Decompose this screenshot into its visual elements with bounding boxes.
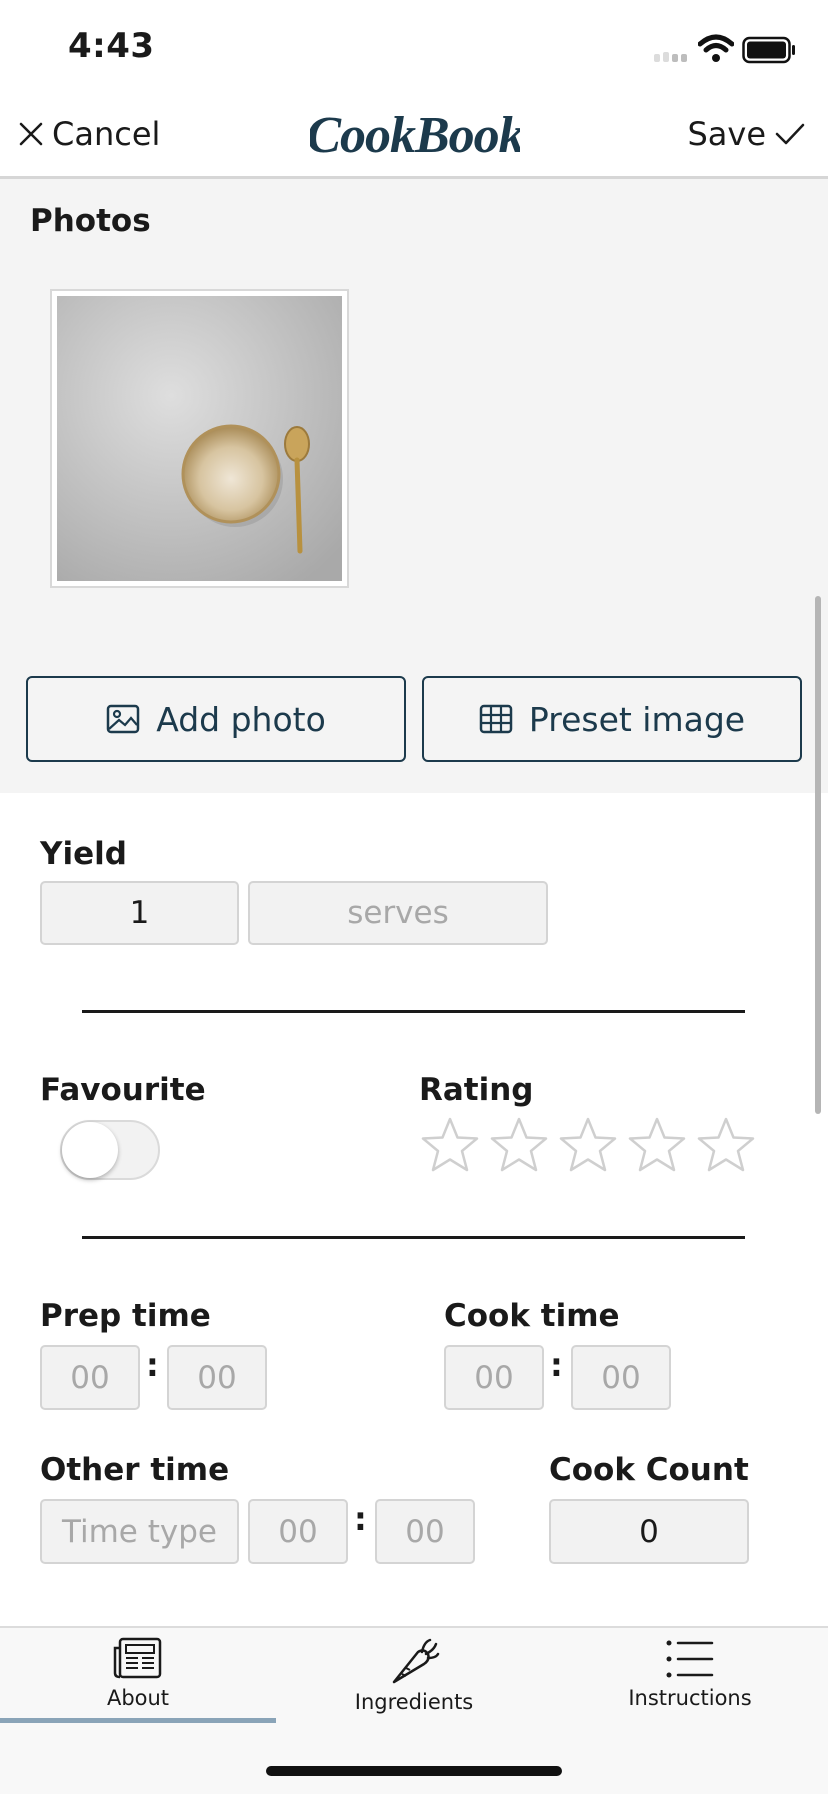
star-icon[interactable]: [695, 1115, 757, 1177]
checkmark-icon: [775, 123, 805, 145]
time-type-field[interactable]: Time type: [40, 1499, 239, 1564]
favourite-label: Favourite: [40, 1072, 206, 1108]
grid-icon: [479, 704, 513, 734]
cook-count-label: Cook Count: [549, 1452, 749, 1488]
bowl-spoon-photo: [57, 296, 342, 581]
other-time-label: Other time: [40, 1452, 230, 1488]
star-icon[interactable]: [557, 1115, 619, 1177]
divider: [82, 1236, 745, 1239]
time-separator: :: [550, 1346, 563, 1384]
cook-minutes-field[interactable]: 00: [571, 1345, 671, 1410]
other-hours-field[interactable]: 00: [248, 1499, 348, 1564]
cancel-label: Cancel: [52, 115, 161, 153]
rating-label: Rating: [419, 1072, 534, 1108]
other-minutes-field[interactable]: 00: [375, 1499, 475, 1564]
recipe-photo[interactable]: [50, 289, 349, 588]
time-separator: :: [146, 1346, 159, 1384]
status-time: 4:43: [68, 26, 155, 66]
tab-about-label: About: [106, 1686, 170, 1710]
yield-label: Yield: [40, 836, 127, 872]
add-photo-button[interactable]: Add photo: [26, 676, 406, 762]
prep-hours-field[interactable]: 00: [40, 1345, 140, 1410]
preset-image-label: Preset image: [528, 699, 746, 739]
list-icon: [666, 1640, 714, 1678]
svg-text:CookBook: CookBook: [310, 107, 520, 164]
tab-instructions[interactable]: Instructions: [552, 1636, 828, 1726]
wifi-icon: [697, 34, 735, 64]
home-indicator: [266, 1766, 562, 1776]
time-separator: :: [354, 1500, 367, 1538]
save-button[interactable]: Save: [687, 112, 806, 156]
signal-icon: [652, 44, 692, 64]
save-label: Save: [687, 115, 766, 153]
cook-count-field[interactable]: 0: [549, 1499, 749, 1564]
carrot-icon: [392, 1638, 440, 1684]
tab-ingredients-label: Ingredients: [354, 1690, 474, 1714]
rating-stars: [419, 1115, 759, 1181]
yield-amount-field[interactable]: 1: [40, 881, 239, 945]
prep-time-label: Prep time: [40, 1298, 211, 1334]
cookbook-logo: CookBook: [306, 100, 525, 170]
star-icon[interactable]: [626, 1115, 688, 1177]
tab-about[interactable]: About: [0, 1636, 276, 1726]
prep-minutes-field[interactable]: 00: [167, 1345, 267, 1410]
cook-time-label: Cook time: [444, 1298, 620, 1334]
battery-icon: [742, 36, 796, 64]
divider: [82, 1010, 745, 1013]
close-icon: [19, 122, 43, 146]
cancel-button[interactable]: Cancel: [18, 112, 160, 156]
star-icon[interactable]: [488, 1115, 550, 1177]
photos-heading: Photos: [30, 203, 151, 239]
tab-instructions-label: Instructions: [628, 1686, 752, 1710]
cook-hours-field[interactable]: 00: [444, 1345, 544, 1410]
newspaper-icon: [113, 1637, 162, 1679]
add-photo-label: Add photo: [156, 699, 326, 739]
toggle-knob: [62, 1122, 118, 1178]
scrollbar[interactable]: [815, 596, 821, 1114]
preset-image-button[interactable]: Preset image: [422, 676, 802, 762]
yield-unit-field[interactable]: serves: [248, 881, 548, 945]
star-icon[interactable]: [419, 1115, 481, 1177]
favourite-toggle[interactable]: [60, 1120, 160, 1180]
tab-ingredients[interactable]: Ingredients: [276, 1636, 552, 1726]
image-icon: [106, 704, 140, 734]
